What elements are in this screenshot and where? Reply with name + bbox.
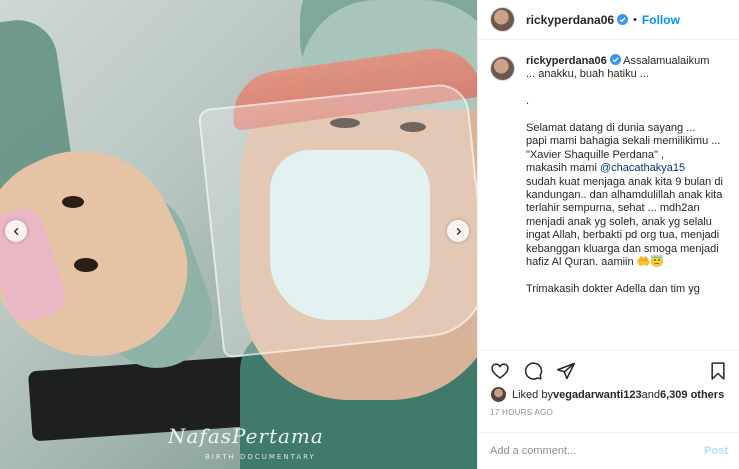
mother-eye xyxy=(62,196,84,208)
likes-summary: Liked by vegadarwanti123 and 6,309 other… xyxy=(490,386,724,403)
bookmark-icon[interactable] xyxy=(708,361,728,381)
caption-username[interactable]: rickyperdana06 xyxy=(526,55,607,67)
post-side-panel: rickyperdana06 • Follow rickyperdana06 A… xyxy=(477,0,739,469)
follow-button[interactable]: Follow xyxy=(642,13,680,27)
likes-prefix: Liked by xyxy=(512,388,553,401)
chevron-right-icon xyxy=(456,227,461,235)
mention-link[interactable]: @chacathakya15 xyxy=(600,162,685,174)
mother-eye xyxy=(74,258,98,272)
heart-icon[interactable] xyxy=(490,361,510,381)
previous-photo-button[interactable] xyxy=(5,220,27,242)
post-header: rickyperdana06 • Follow xyxy=(478,0,739,40)
likes-middle: and xyxy=(641,388,660,401)
watermark-title: NafasPertama xyxy=(168,424,324,448)
caption-text: Assalamualaikum ... anakku, buah hatiku … xyxy=(526,55,721,175)
header-username[interactable]: rickyperdana06 xyxy=(526,13,614,27)
post-comment-button[interactable]: Post xyxy=(704,445,728,457)
comment-icon[interactable] xyxy=(523,361,543,381)
share-icon[interactable] xyxy=(556,361,576,381)
add-comment-bar: Post xyxy=(478,432,739,469)
avatar[interactable] xyxy=(490,56,515,81)
likes-count[interactable]: 6,309 others xyxy=(660,389,724,401)
face-shield xyxy=(197,81,477,359)
avatar[interactable] xyxy=(490,7,515,32)
comment-input[interactable] xyxy=(490,445,705,457)
verified-badge-icon xyxy=(609,54,621,65)
post-photo[interactable]: NafasPertama BIRTH DOCUMENTARY xyxy=(0,0,477,469)
caption-row: rickyperdana06 Assalamualaikum ... anakk… xyxy=(490,54,730,296)
avatar[interactable] xyxy=(490,386,507,403)
comments-area[interactable]: rickyperdana06 Assalamualaikum ... anakk… xyxy=(478,54,739,344)
verified-badge-icon xyxy=(617,14,629,25)
separator-dot: • xyxy=(633,13,637,26)
action-bar xyxy=(478,350,739,382)
post-timestamp[interactable]: 17 HOURS AGO xyxy=(490,408,553,417)
caption-text: sudah kuat menjaga anak kita 9 bulan di … xyxy=(526,175,723,295)
chevron-left-icon xyxy=(13,227,18,235)
caption: rickyperdana06 Assalamualaikum ... anakk… xyxy=(526,54,726,296)
watermark-subtitle: BIRTH DOCUMENTARY xyxy=(205,453,316,461)
liked-by-user[interactable]: vegadarwanti123 xyxy=(553,389,642,401)
next-photo-button[interactable] xyxy=(447,220,469,242)
